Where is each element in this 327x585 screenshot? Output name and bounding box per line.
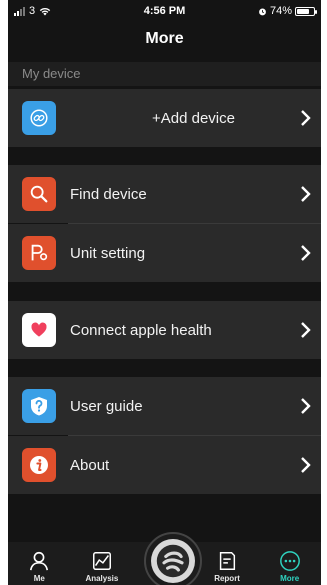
chart-icon: [92, 552, 111, 570]
find-device-row[interactable]: Find device: [8, 165, 321, 223]
unit-icon: [22, 236, 56, 270]
about-row[interactable]: About: [8, 436, 321, 494]
chevron-right-icon: [301, 457, 311, 473]
carrier-label: 3: [29, 5, 36, 17]
chevron-right-icon: [301, 398, 311, 414]
link-icon: [22, 101, 56, 135]
tab-report-label: Report: [214, 574, 240, 583]
signal-icon: [14, 6, 25, 16]
find-device-label: Find device: [70, 185, 147, 203]
status-left: 3: [14, 5, 114, 17]
chevron-right-icon: [301, 245, 311, 261]
apple-health-row[interactable]: Connect apple health: [8, 301, 321, 359]
chevron-right-icon: [301, 110, 311, 126]
magnifier-icon: [22, 177, 56, 211]
battery-icon: [295, 6, 317, 16]
tab-me-label: Me: [33, 574, 45, 583]
alarm-icon: [259, 8, 266, 15]
user-guide-row[interactable]: User guide: [8, 377, 321, 435]
question-icon: [22, 389, 56, 423]
tab-more-label: More: [280, 574, 300, 583]
page-title: More: [145, 30, 184, 47]
unit-setting-row[interactable]: Unit setting: [8, 224, 321, 282]
add-device-row[interactable]: +Add device: [8, 89, 321, 147]
tab-analysis-label: Analysis: [85, 574, 119, 583]
info-icon: [22, 448, 56, 482]
user-guide-label: User guide: [70, 397, 143, 415]
more-icon: [279, 551, 300, 571]
app-screen: 3 4:56 PM 74% More My device +Add device…: [0, 0, 327, 585]
heart-icon: [22, 313, 56, 347]
wifi-icon: [39, 7, 51, 15]
add-device-label: +Add device: [152, 109, 235, 127]
section-header-my-device: My device: [8, 62, 321, 86]
app-logo-icon: [151, 539, 195, 583]
apple-health-label: Connect apple health: [70, 321, 212, 339]
status-right: 74%: [215, 5, 317, 17]
battery-percent: 74%: [269, 5, 292, 17]
tab-more[interactable]: More: [258, 550, 321, 585]
center-action-button[interactable]: [144, 532, 202, 585]
chevron-right-icon: [301, 322, 311, 338]
tab-me[interactable]: Me: [8, 550, 71, 585]
person-icon: [30, 551, 49, 571]
tab-analysis[interactable]: Analysis: [71, 550, 134, 585]
report-icon: [219, 552, 236, 570]
status-time: 4:56 PM: [143, 5, 186, 17]
status-bar: 3 4:56 PM 74%: [8, 0, 321, 22]
unit-setting-label: Unit setting: [70, 244, 146, 262]
about-label: About: [70, 456, 110, 474]
chevron-right-icon: [301, 186, 311, 202]
tab-report[interactable]: Report: [196, 550, 259, 585]
